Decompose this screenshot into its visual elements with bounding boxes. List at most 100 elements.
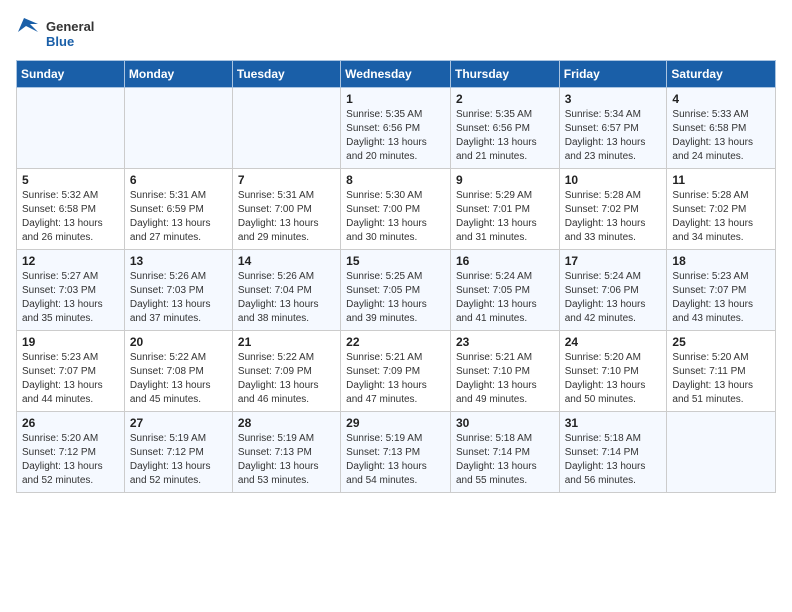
day-number: 19 [22, 335, 119, 349]
calendar-cell: 23 Sunrise: 5:21 AMSunset: 7:10 PMDayligh… [450, 331, 559, 412]
day-number: 27 [130, 416, 227, 430]
day-number: 31 [565, 416, 662, 430]
day-number: 8 [346, 173, 445, 187]
calendar-cell: 13 Sunrise: 5:26 AMSunset: 7:03 PMDayligh… [124, 250, 232, 331]
calendar-cell [17, 88, 125, 169]
day-info: Sunrise: 5:19 AMSunset: 7:13 PMDaylight:… [238, 432, 335, 488]
day-info: Sunrise: 5:35 AMSunset: 6:56 PMDaylight:… [456, 108, 554, 164]
days-header-row: SundayMondayTuesdayWednesdayThursdayFrid… [17, 61, 776, 88]
calendar-cell: 9Sunrise: 5:29 AMSunset: 7:01 PMDaylight… [450, 169, 559, 250]
day-number: 15 [346, 254, 445, 268]
week-row-2: 5 Sunrise: 5:32 AMSunset: 6:58 PMDaylight… [17, 169, 776, 250]
calendar-cell: 27 Sunrise: 5:19 AMSunset: 7:12 PMDayligh… [124, 412, 232, 493]
week-row-4: 19Sunrise: 5:23 AMSunset: 7:07 PMDayligh… [17, 331, 776, 412]
day-number: 5 [22, 173, 119, 187]
day-info: Sunrise: 5:33 AMSunset: 6:58 PMDaylight:… [672, 108, 770, 164]
calendar-cell: 25 Sunrise: 5:20 AMSunset: 7:11 PMDayligh… [667, 331, 776, 412]
day-number: 9 [456, 173, 554, 187]
calendar-cell: 16Sunrise: 5:24 AMSunset: 7:05 PMDayligh… [450, 250, 559, 331]
day-info: Sunrise: 5:26 AMSunset: 7:03 PMDaylight:… [130, 270, 227, 326]
calendar-cell: 19Sunrise: 5:23 AMSunset: 7:07 PMDayligh… [17, 331, 125, 412]
day-number: 30 [456, 416, 554, 430]
day-info: Sunrise: 5:30 AMSunset: 7:00 PMDaylight:… [346, 189, 445, 245]
day-number: 25 [672, 335, 770, 349]
day-number: 17 [565, 254, 662, 268]
day-info: Sunrise: 5:20 AMSunset: 7:10 PMDaylight:… [565, 351, 662, 407]
header-tuesday: Tuesday [232, 61, 340, 88]
calendar-cell: 1 Sunrise: 5:35 AMSunset: 6:56 PMDaylight… [341, 88, 451, 169]
day-info: Sunrise: 5:28 AMSunset: 7:02 PMDaylight:… [672, 189, 770, 245]
calendar-cell: 29Sunrise: 5:19 AMSunset: 7:13 PMDayligh… [341, 412, 451, 493]
calendar-cell: 15 Sunrise: 5:25 AMSunset: 7:05 PMDayligh… [341, 250, 451, 331]
calendar-cell: 14Sunrise: 5:26 AMSunset: 7:04 PMDayligh… [232, 250, 340, 331]
logo: GeneralBlue [16, 16, 96, 52]
header-sunday: Sunday [17, 61, 125, 88]
header-friday: Friday [559, 61, 667, 88]
day-info: Sunrise: 5:35 AMSunset: 6:56 PMDaylight:… [346, 108, 445, 164]
svg-text:Blue: Blue [46, 34, 74, 49]
calendar-cell: 11 Sunrise: 5:28 AMSunset: 7:02 PMDayligh… [667, 169, 776, 250]
calendar-cell: 31 Sunrise: 5:18 AMSunset: 7:14 PMDayligh… [559, 412, 667, 493]
day-info: Sunrise: 5:18 AMSunset: 7:14 PMDaylight:… [456, 432, 554, 488]
week-row-1: 1 Sunrise: 5:35 AMSunset: 6:56 PMDaylight… [17, 88, 776, 169]
day-info: Sunrise: 5:22 AMSunset: 7:08 PMDaylight:… [130, 351, 227, 407]
calendar-cell: 18 Sunrise: 5:23 AMSunset: 7:07 PMDayligh… [667, 250, 776, 331]
day-number: 28 [238, 416, 335, 430]
day-info: Sunrise: 5:22 AMSunset: 7:09 PMDaylight:… [238, 351, 335, 407]
calendar-table: SundayMondayTuesdayWednesdayThursdayFrid… [16, 60, 776, 493]
day-info: Sunrise: 5:28 AMSunset: 7:02 PMDaylight:… [565, 189, 662, 245]
day-number: 23 [456, 335, 554, 349]
day-info: Sunrise: 5:27 AMSunset: 7:03 PMDaylight:… [22, 270, 119, 326]
calendar-cell: 17Sunrise: 5:24 AMSunset: 7:06 PMDayligh… [559, 250, 667, 331]
day-number: 21 [238, 335, 335, 349]
day-number: 13 [130, 254, 227, 268]
calendar-cell: 3 Sunrise: 5:34 AMSunset: 6:57 PMDaylight… [559, 88, 667, 169]
day-info: Sunrise: 5:25 AMSunset: 7:05 PMDaylight:… [346, 270, 445, 326]
calendar-cell: 6Sunrise: 5:31 AMSunset: 6:59 PMDaylight… [124, 169, 232, 250]
day-info: Sunrise: 5:31 AMSunset: 6:59 PMDaylight:… [130, 189, 227, 245]
week-row-3: 12 Sunrise: 5:27 AMSunset: 7:03 PMDayligh… [17, 250, 776, 331]
calendar-cell: 24 Sunrise: 5:20 AMSunset: 7:10 PMDayligh… [559, 331, 667, 412]
day-number: 7 [238, 173, 335, 187]
calendar-cell [124, 88, 232, 169]
header-thursday: Thursday [450, 61, 559, 88]
header-monday: Monday [124, 61, 232, 88]
calendar-cell: 21 Sunrise: 5:22 AMSunset: 7:09 PMDayligh… [232, 331, 340, 412]
day-info: Sunrise: 5:26 AMSunset: 7:04 PMDaylight:… [238, 270, 335, 326]
page-header: GeneralBlue [16, 16, 776, 52]
day-info: Sunrise: 5:32 AMSunset: 6:58 PMDaylight:… [22, 189, 119, 245]
day-number: 16 [456, 254, 554, 268]
calendar-cell: 10 Sunrise: 5:28 AMSunset: 7:02 PMDayligh… [559, 169, 667, 250]
day-info: Sunrise: 5:18 AMSunset: 7:14 PMDaylight:… [565, 432, 662, 488]
day-info: Sunrise: 5:34 AMSunset: 6:57 PMDaylight:… [565, 108, 662, 164]
calendar-cell: 12 Sunrise: 5:27 AMSunset: 7:03 PMDayligh… [17, 250, 125, 331]
calendar-cell: 26Sunrise: 5:20 AMSunset: 7:12 PMDayligh… [17, 412, 125, 493]
day-info: Sunrise: 5:31 AMSunset: 7:00 PMDaylight:… [238, 189, 335, 245]
svg-text:General: General [46, 19, 94, 34]
calendar-cell: 2 Sunrise: 5:35 AMSunset: 6:56 PMDaylight… [450, 88, 559, 169]
day-info: Sunrise: 5:20 AMSunset: 7:12 PMDaylight:… [22, 432, 119, 488]
day-info: Sunrise: 5:19 AMSunset: 7:12 PMDaylight:… [130, 432, 227, 488]
calendar-cell: 28 Sunrise: 5:19 AMSunset: 7:13 PMDayligh… [232, 412, 340, 493]
day-number: 22 [346, 335, 445, 349]
day-number: 20 [130, 335, 227, 349]
calendar-cell: 5 Sunrise: 5:32 AMSunset: 6:58 PMDaylight… [17, 169, 125, 250]
day-number: 10 [565, 173, 662, 187]
day-number: 11 [672, 173, 770, 187]
calendar-cell: 20 Sunrise: 5:22 AMSunset: 7:08 PMDayligh… [124, 331, 232, 412]
calendar-cell: 8 Sunrise: 5:30 AMSunset: 7:00 PMDaylight… [341, 169, 451, 250]
day-number: 24 [565, 335, 662, 349]
day-info: Sunrise: 5:23 AMSunset: 7:07 PMDaylight:… [672, 270, 770, 326]
day-number: 3 [565, 92, 662, 106]
day-number: 12 [22, 254, 119, 268]
calendar-cell [232, 88, 340, 169]
day-number: 1 [346, 92, 445, 106]
day-info: Sunrise: 5:21 AMSunset: 7:10 PMDaylight:… [456, 351, 554, 407]
calendar-cell [667, 412, 776, 493]
day-number: 2 [456, 92, 554, 106]
week-row-5: 26Sunrise: 5:20 AMSunset: 7:12 PMDayligh… [17, 412, 776, 493]
logo-svg: GeneralBlue [16, 16, 96, 52]
day-info: Sunrise: 5:20 AMSunset: 7:11 PMDaylight:… [672, 351, 770, 407]
day-number: 4 [672, 92, 770, 106]
day-number: 18 [672, 254, 770, 268]
